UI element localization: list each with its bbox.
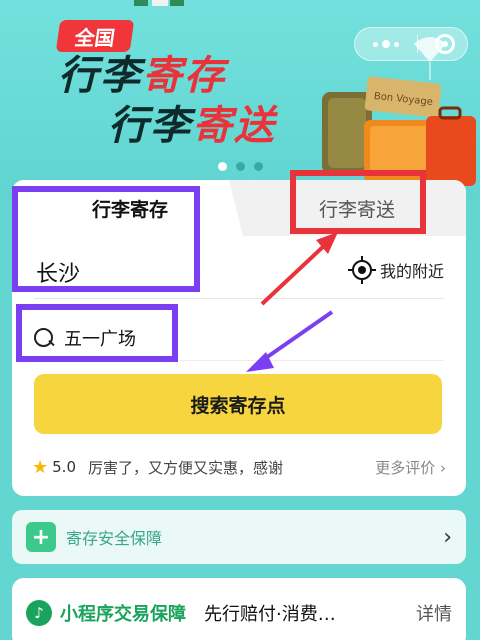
search-card: 行李寄存 行李寄送 长沙 我的附近 五一广场 搜索寄存点 ★ 5.0 厉害了，又…	[12, 180, 466, 496]
chevron-right-icon: ›	[440, 458, 446, 477]
search-storage-button[interactable]: 搜索寄存点	[34, 374, 442, 434]
carousel-dot-2[interactable]	[236, 162, 245, 171]
service-tabs: 行李寄存 行李寄送	[12, 180, 466, 236]
guarantee-detail-link[interactable]: 详情	[416, 600, 452, 626]
slogan-line-storage: 行李寄存	[58, 54, 226, 98]
divider	[34, 298, 444, 299]
carousel-dot-3[interactable]	[254, 162, 263, 171]
divider	[34, 360, 444, 361]
search-query: 五一广场	[64, 329, 136, 350]
search-input[interactable]: 五一广场	[34, 318, 234, 358]
star-icon: ★	[32, 456, 49, 478]
slogan-line2-red: 寄送	[192, 103, 276, 149]
locate-icon	[347, 256, 376, 284]
carousel-indicator	[218, 162, 263, 171]
chevron-right-icon: ›	[443, 524, 452, 550]
safety-label: 寄存安全保障	[66, 529, 163, 548]
tab-luggage-delivery[interactable]: 行李寄送	[248, 180, 466, 236]
luggage-illustration: Bon Voyage	[322, 37, 476, 186]
tab-delivery-label: 行李寄送	[318, 198, 395, 221]
hero-banner[interactable]: 全国 行李寄存 行李寄送 Bon Voyage	[0, 0, 480, 200]
carousel-dot-1[interactable]	[218, 162, 227, 171]
more-reviews-link[interactable]: 更多评价 ›	[375, 457, 446, 478]
storage-safety-bar[interactable]: + 寄存安全保障 ›	[12, 510, 466, 564]
nearby-button[interactable]: 我的附近	[347, 256, 444, 284]
slogan-line2-dark: 行李	[108, 103, 192, 149]
more-reviews-label: 更多评价	[375, 458, 436, 477]
nationwide-badge: 全国	[55, 20, 135, 52]
city-selector[interactable]: 长沙	[36, 256, 80, 288]
rating-score: 5.0	[52, 458, 76, 476]
guarantee-title: 小程序交易保障	[60, 604, 186, 625]
shield-plus-icon: +	[26, 522, 56, 552]
search-icon	[34, 328, 54, 348]
guarantee-icon: ♪	[26, 600, 52, 626]
slogan-line-delivery: 行李寄送	[108, 104, 276, 148]
nearby-label: 我的附近	[379, 262, 444, 281]
tab-luggage-storage[interactable]: 行李寄存	[12, 180, 248, 236]
top-deco-icon	[134, 0, 184, 6]
slogan-line1-dark: 行李	[58, 53, 142, 99]
slogan-line1-red: 寄存	[142, 53, 226, 99]
guarantee-description: 先行赔付·消费…	[204, 604, 336, 625]
review-row[interactable]: ★ 5.0 厉害了，又方便又实惠，感谢 更多评价 ›	[32, 454, 446, 480]
review-snippet: 厉害了，又方便又实惠，感谢	[88, 458, 284, 477]
transaction-guarantee-bar[interactable]: ♪ 小程序交易保障 先行赔付·消费… 详情	[12, 578, 466, 640]
